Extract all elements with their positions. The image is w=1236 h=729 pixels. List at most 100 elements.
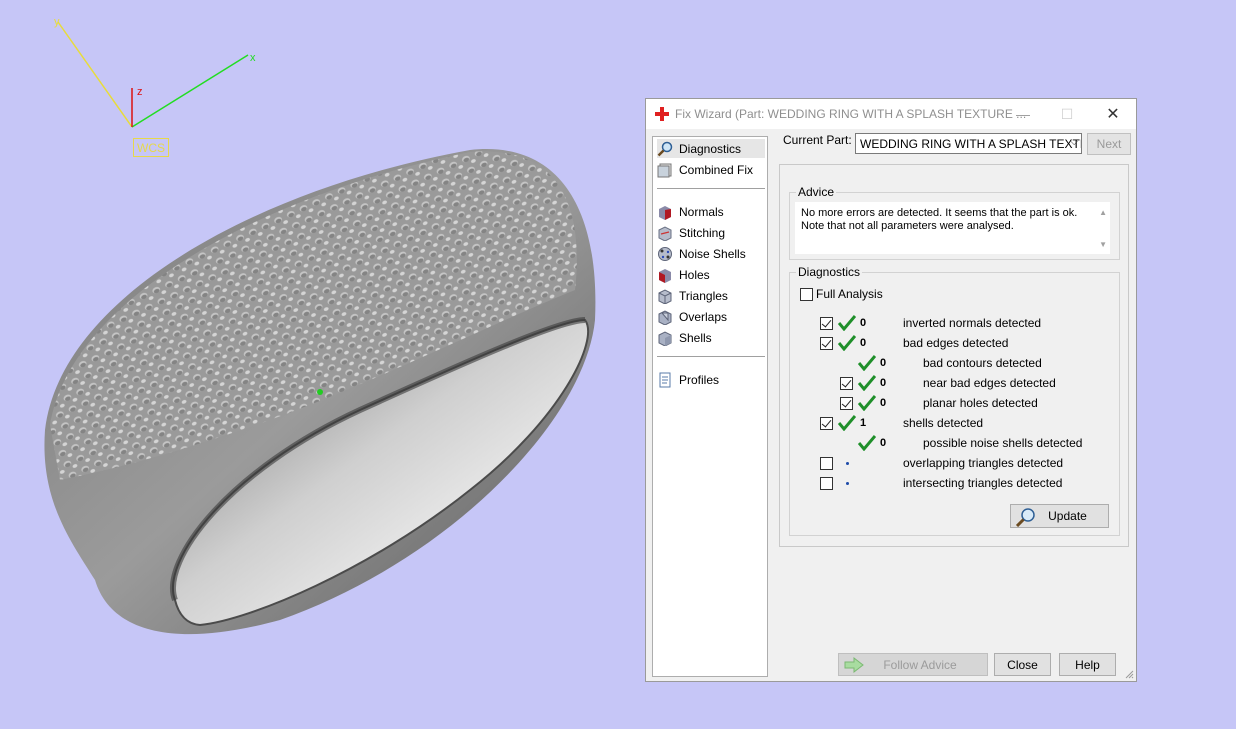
holes-icon	[659, 268, 671, 283]
diagnostics-title: Diagnostics	[796, 265, 863, 279]
title-bar[interactable]: Fix Wizard (Part: WEDDING RING WITH A SP…	[646, 99, 1136, 129]
combined-fix-icon	[657, 163, 672, 177]
advice-title: Advice	[796, 185, 837, 199]
current-part-label: Current Part:	[783, 133, 852, 147]
sidebar-item-holes[interactable]: Holes	[657, 265, 710, 284]
intersecting-triangles-label: intersecting triangles detected	[903, 476, 1063, 490]
full-analysis-label: Full Analysis	[816, 287, 883, 301]
full-analysis-checkbox[interactable]	[800, 288, 813, 301]
scroll-up-icon[interactable]: ▲	[1099, 206, 1107, 219]
wizard-sidebar: Diagnostics Combined Fix Normals Stitchi…	[652, 136, 768, 677]
check-icon	[858, 355, 876, 371]
diagnostics-group: Diagnostics Full Analysis 0 inverted nor…	[789, 265, 1120, 536]
update-label: Update	[1048, 509, 1087, 523]
advice-text: No more errors are detected. It seems th…	[795, 202, 1110, 254]
advice-line-1: No more errors are detected. It seems th…	[801, 207, 1078, 219]
sidebar-item-label: Shells	[679, 330, 712, 345]
sidebar-item-stitching[interactable]: Stitching	[657, 223, 725, 242]
follow-advice-label: Follow Advice	[883, 657, 957, 672]
diagnostics-panel: Advice No more errors are detected. It s…	[779, 164, 1129, 547]
not-analysed-dot-icon	[846, 462, 849, 465]
dialog-title: Fix Wizard (Part: WEDDING RING WITH A SP…	[675, 107, 1027, 121]
check-icon	[838, 335, 856, 351]
shells-label: shells detected	[903, 416, 984, 430]
check-icon	[838, 415, 856, 431]
overlapping-triangles-checkbox[interactable]	[820, 457, 833, 470]
magnifier-icon	[657, 141, 673, 156]
sidebar-item-triangles[interactable]: Triangles	[657, 286, 728, 305]
near-bad-edges-label: near bad edges detected	[923, 376, 1056, 390]
sidebar-item-label: Normals	[679, 204, 724, 219]
magnifier-icon	[1015, 508, 1035, 527]
sidebar-item-label: Overlaps	[679, 309, 728, 324]
wcs-label: WCS	[133, 138, 169, 157]
planar-holes-checkbox[interactable]	[840, 397, 853, 410]
near-bad-edges-checkbox[interactable]	[840, 377, 853, 390]
check-icon	[858, 395, 876, 411]
ring-model[interactable]	[0, 0, 640, 729]
sidebar-divider	[657, 188, 765, 189]
sidebar-item-label: Profiles	[679, 372, 720, 387]
bad-edges-count: 0	[860, 337, 867, 349]
help-button[interactable]: Help	[1059, 653, 1116, 676]
overlaps-icon	[658, 309, 672, 325]
not-analysed-dot-icon	[846, 482, 849, 485]
shells-checkbox[interactable]	[820, 417, 833, 430]
sidebar-divider	[657, 356, 765, 357]
stitching-icon	[658, 225, 672, 241]
normals-icon	[659, 205, 671, 220]
check-icon	[858, 375, 876, 391]
planar-holes-label: planar holes detected	[923, 396, 1038, 410]
arrow-right-icon	[844, 656, 864, 674]
3d-viewport[interactable]: y x z WCS	[0, 0, 640, 729]
current-part-select[interactable]: WEDDING RING WITH A SPLASH TEXTI ⌵	[855, 133, 1082, 154]
overlapping-triangles-label: overlapping triangles detected	[903, 456, 1064, 470]
close-window-button[interactable]: ✕	[1091, 99, 1135, 129]
noise-shells-icon	[658, 246, 672, 261]
sidebar-item-overlaps[interactable]: Overlaps	[657, 307, 727, 326]
sidebar-item-normals[interactable]: Normals	[657, 202, 724, 221]
sidebar-item-combined-fix[interactable]: Combined Fix	[657, 160, 753, 179]
sidebar-item-profiles[interactable]: Profiles	[657, 370, 719, 389]
triangles-icon	[658, 288, 672, 304]
close-button[interactable]: Close	[994, 653, 1051, 676]
inverted-normals-checkbox[interactable]	[820, 317, 833, 330]
bad-edges-checkbox[interactable]	[820, 337, 833, 350]
bad-contours-label: bad contours detected	[923, 356, 1042, 370]
maximize-button[interactable]: ☐	[1045, 99, 1089, 129]
inverted-normals-count: 0	[860, 317, 867, 329]
y-axis-label: y	[54, 16, 60, 28]
near-bad-edges-count: 0	[880, 377, 887, 389]
bad-edges-label: bad edges detected	[903, 336, 1009, 350]
red-cross-icon	[655, 107, 669, 121]
shells-count: 1	[860, 417, 867, 429]
intersecting-triangles-checkbox[interactable]	[820, 477, 833, 490]
y-axis	[57, 21, 133, 128]
noise-shells-count: 0	[880, 437, 887, 449]
profiles-icon	[659, 372, 671, 387]
sidebar-item-diagnostics[interactable]: Diagnostics	[657, 139, 765, 158]
minimize-button[interactable]: —	[1001, 99, 1045, 129]
scroll-down-icon[interactable]: ▼	[1099, 238, 1107, 251]
sidebar-item-noise-shells[interactable]: Noise Shells	[657, 244, 746, 263]
sidebar-item-label: Noise Shells	[679, 246, 746, 261]
sidebar-item-shells[interactable]: Shells	[657, 328, 712, 347]
sidebar-item-label: Combined Fix	[679, 162, 754, 177]
x-axis-label: x	[250, 52, 256, 64]
chevron-down-icon: ⌵	[1070, 137, 1078, 148]
sidebar-item-label: Stitching	[679, 225, 726, 240]
check-icon	[838, 315, 856, 331]
advice-group: Advice No more errors are detected. It s…	[789, 185, 1120, 260]
planar-holes-count: 0	[880, 397, 887, 409]
noise-shells-label: possible noise shells detected	[923, 436, 1083, 450]
z-axis-label: z	[137, 86, 143, 98]
resize-grip-icon[interactable]	[1124, 669, 1134, 679]
current-part-value: WEDDING RING WITH A SPLASH TEXTI	[860, 136, 1082, 151]
sidebar-item-label: Holes	[679, 267, 710, 282]
follow-advice-button[interactable]: Follow Advice	[838, 653, 988, 676]
shells-icon	[658, 330, 672, 346]
sidebar-item-label: Triangles	[679, 288, 728, 303]
next-button[interactable]: Next	[1087, 133, 1131, 155]
sidebar-item-label: Diagnostics	[679, 141, 742, 156]
update-button[interactable]: Update	[1010, 504, 1109, 528]
